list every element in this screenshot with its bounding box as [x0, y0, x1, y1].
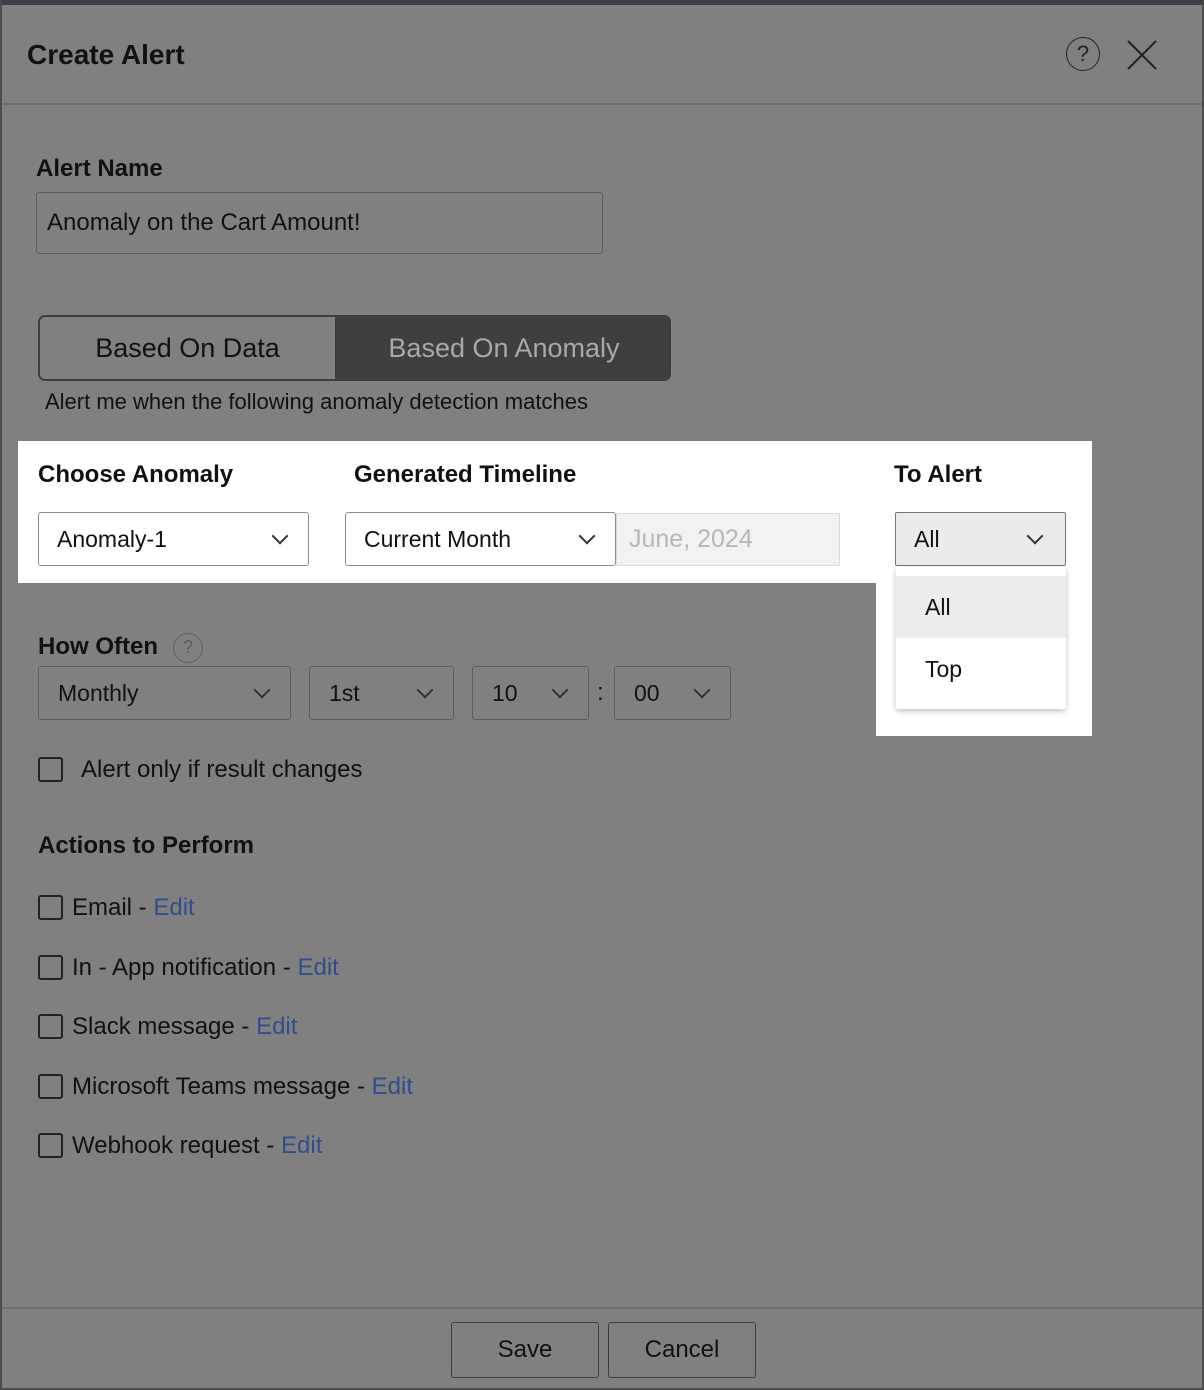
email-label: Email - — [72, 894, 154, 921]
chevron-down-icon — [416, 681, 434, 699]
dialog-footer — [2, 1307, 1202, 1390]
alert-type-toggle: Based On Data Based On Anomaly — [38, 315, 671, 381]
choose-anomaly-select[interactable]: Anomaly-1 — [38, 512, 309, 566]
teams-action: Microsoft Teams message - Edit — [72, 1073, 413, 1101]
teams-checkbox[interactable] — [38, 1074, 63, 1099]
hour-select[interactable]: 10 — [472, 666, 589, 720]
generated-timeline-select[interactable]: Current Month — [345, 512, 616, 566]
chevron-down-icon — [578, 527, 596, 545]
how-often-help-icon[interactable]: ? — [173, 633, 203, 663]
webhook-label: Webhook request - — [72, 1132, 282, 1159]
alert-on-change-label: Alert only if result changes — [81, 756, 363, 783]
slack-edit-link[interactable]: Edit — [256, 1013, 297, 1040]
actions-heading: Actions to Perform — [38, 832, 255, 859]
chevron-down-icon — [551, 681, 569, 699]
dialog-header: Create Alert ? — [2, 5, 1202, 105]
frequency-value: Monthly — [58, 679, 139, 706]
to-alert-option-top[interactable]: Top — [896, 638, 1066, 700]
alert-description: Alert me when the following anomaly dete… — [45, 389, 588, 414]
chevron-down-icon — [253, 681, 271, 699]
webhook-action: Webhook request - Edit — [72, 1132, 322, 1160]
chevron-down-icon — [271, 527, 289, 545]
chevron-down-icon — [693, 681, 711, 699]
to-alert-select[interactable]: All — [895, 512, 1066, 566]
minute-select[interactable]: 00 — [614, 666, 731, 720]
close-icon[interactable] — [1122, 35, 1162, 75]
email-edit-link[interactable]: Edit — [153, 894, 194, 921]
to-alert-label: To Alert — [894, 461, 982, 488]
minute-value: 00 — [634, 679, 660, 706]
in-app-edit-link[interactable]: Edit — [297, 954, 338, 981]
slack-action: Slack message - Edit — [72, 1013, 297, 1041]
how-often-label: How Often — [38, 633, 158, 660]
email-action: Email - Edit — [72, 894, 195, 922]
time-separator: : — [597, 679, 604, 706]
day-select[interactable]: 1st — [309, 666, 454, 720]
dialog-title: Create Alert — [27, 39, 185, 70]
slack-label: Slack message - — [72, 1013, 257, 1040]
to-alert-value: All — [914, 525, 940, 552]
in-app-checkbox[interactable] — [38, 955, 63, 980]
slack-checkbox[interactable] — [38, 1014, 63, 1039]
generated-timeline-label: Generated Timeline — [354, 461, 577, 488]
alert-name-label: Alert Name — [36, 155, 163, 182]
alert-on-change-checkbox[interactable] — [38, 757, 63, 782]
alert-name-value: Anomaly on the Cart Amount! — [47, 209, 361, 236]
save-button[interactable]: Save — [451, 1322, 599, 1378]
choose-anomaly-label: Choose Anomaly — [38, 461, 234, 488]
choose-anomaly-value: Anomaly-1 — [57, 525, 167, 552]
alert-name-input[interactable]: Anomaly on the Cart Amount! — [36, 192, 603, 254]
teams-edit-link[interactable]: Edit — [372, 1073, 413, 1100]
generated-timeline-value: Current Month — [364, 525, 512, 552]
based-on-anomaly-option[interactable]: Based On Anomaly — [335, 317, 669, 379]
webhook-edit-link[interactable]: Edit — [281, 1132, 322, 1159]
in-app-action: In - App notification - Edit — [72, 954, 339, 982]
to-alert-dropdown: All Top — [896, 567, 1066, 709]
cancel-button[interactable]: Cancel — [608, 1322, 756, 1378]
day-value: 1st — [329, 679, 360, 706]
create-alert-dialog: Create Alert ? Alert Name Anomaly on the… — [0, 0, 1204, 1390]
based-on-data-option[interactable]: Based On Data — [40, 317, 335, 379]
webhook-checkbox[interactable] — [38, 1133, 63, 1158]
email-checkbox[interactable] — [38, 895, 63, 920]
in-app-label: In - App notification - — [72, 954, 298, 981]
chevron-down-icon — [1026, 527, 1044, 545]
hour-value: 10 — [492, 679, 518, 706]
to-alert-option-all[interactable]: All — [896, 576, 1066, 638]
teams-label: Microsoft Teams message - — [72, 1073, 372, 1100]
timeline-period-field: June, 2024 — [616, 513, 840, 566]
help-icon[interactable]: ? — [1066, 37, 1100, 71]
frequency-select[interactable]: Monthly — [38, 666, 291, 720]
